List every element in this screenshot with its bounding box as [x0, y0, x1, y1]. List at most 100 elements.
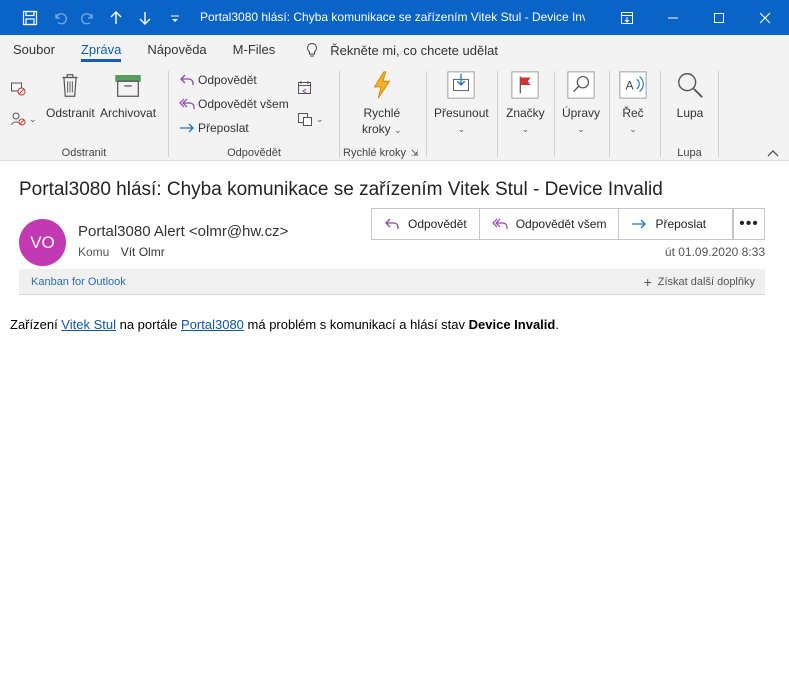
title-bar: Portal3080 hlásí: Chyba komunikace se za… [0, 0, 789, 35]
reply-label: Odpovědět [198, 73, 257, 87]
tab-message[interactable]: Zpráva [68, 35, 134, 65]
group-respond-label: Odpovědět [227, 147, 281, 159]
flag-icon [509, 69, 541, 101]
move-icon [445, 69, 477, 101]
maximize-icon[interactable] [696, 0, 742, 35]
forward-action-button[interactable]: Přeposlat [619, 209, 732, 239]
tab-m-files[interactable]: M-Files [220, 35, 289, 65]
avatar-initials: VO [30, 232, 55, 252]
collapse-ribbon-icon[interactable] [767, 149, 779, 159]
svg-text:A: A [626, 79, 635, 93]
ribbon-divider [718, 71, 719, 157]
archive-label: Archivovat [100, 106, 157, 120]
zoom-button[interactable]: Lupa [674, 69, 706, 121]
message-actions: Odpovědět Odpovědět všem Přeposlat [371, 208, 734, 240]
previous-item-icon[interactable] [102, 0, 130, 35]
undo-icon[interactable] [46, 0, 74, 35]
message-body: Zařízení Vitek Stul na portále Portal308… [10, 317, 559, 332]
group-quick-steps-label: Rychlé kroky ⇲ [343, 147, 419, 159]
device-status: Device Invalid [468, 317, 556, 332]
ignore-button[interactable] [10, 77, 29, 99]
redo-icon[interactable] [74, 0, 102, 35]
calendar-reply-icon [298, 81, 311, 94]
reply-all-label: Odpovědět všem [198, 97, 289, 111]
avatar[interactable]: VO [19, 219, 66, 266]
body-text: na portále [115, 317, 182, 332]
message-date: út 01.09.2020 8:33 [664, 245, 765, 259]
reply-all-icon [491, 218, 508, 229]
forward-button[interactable]: Přeposlat [179, 117, 249, 139]
ribbon-tabs: Soubor Zpráva Nápověda M-Files Řekněte m… [0, 35, 789, 65]
lightning-icon [366, 69, 398, 101]
more-respond-button[interactable]: ⌄ [297, 108, 324, 130]
group-move: Přesunout ⌄ [427, 65, 497, 161]
delete-label: Odstranit [46, 106, 95, 120]
group-delete: ⌄ Odstranit Archivovat Odstranit [0, 65, 168, 161]
lightbulb-icon [307, 42, 318, 57]
reply-all-action-label: Odpovědět všem [515, 217, 607, 231]
more-actions-button[interactable]: ••• [733, 208, 765, 240]
quick-steps-label-1: Rychlé [363, 106, 401, 120]
tags-button[interactable]: Značky ⌄ [506, 69, 545, 137]
delete-button[interactable]: Odstranit [46, 69, 95, 121]
window-title: Portal3080 hlásí: Chyba komunikace se za… [200, 10, 585, 24]
quick-steps-label-2: kroky [362, 122, 391, 136]
speech-label: Řeč [622, 106, 644, 120]
message-subject: Portal3080 hlásí: Chyba komunikace se za… [19, 179, 663, 200]
reply-icon [385, 218, 399, 229]
tab-file[interactable]: Soubor [0, 35, 68, 65]
reply-icon [180, 74, 194, 85]
portal-link[interactable]: Portal3080 [181, 317, 244, 332]
next-item-icon[interactable] [131, 0, 159, 35]
archive-icon [112, 69, 144, 101]
reply-button[interactable]: Odpovědět [179, 69, 257, 91]
quick-steps-button[interactable]: Rychlé kroky ⌄ [362, 69, 402, 138]
group-respond: Odpovědět Odpovědět všem Přeposlat ⌄ Odp… [169, 65, 339, 161]
read-aloud-icon: A [617, 69, 649, 101]
body-text: má problém s komunikací a hlásí stav [243, 317, 469, 332]
group-zoom-label: Lupa [677, 147, 702, 159]
save-icon[interactable] [16, 0, 44, 35]
reply-action-button[interactable]: Odpovědět [372, 209, 480, 239]
ribbon-display-options-icon[interactable] [604, 0, 650, 35]
close-icon[interactable] [742, 0, 788, 35]
tab-help[interactable]: Nápověda [134, 35, 219, 65]
ribbon: ⌄ Odstranit Archivovat Odstranit Odpověd… [0, 65, 789, 161]
magnifier-icon [674, 69, 706, 101]
search-icon [565, 69, 597, 101]
group-delete-label: Odstranit [61, 147, 107, 159]
minimize-icon[interactable] [650, 0, 696, 35]
forward-icon [180, 123, 194, 133]
tell-me-search[interactable]: Řekněte mi, co chcete udělat [304, 42, 498, 58]
group-quick-steps: Rychlé kroky ⌄ Rychlé kroky ⇲ [340, 65, 426, 161]
forward-action-label: Přeposlat [655, 217, 707, 231]
body-text: Zařízení [10, 317, 62, 332]
recipient-name[interactable]: Vít Olmr [121, 245, 165, 259]
sender[interactable]: Portal3080 Alert <olmr@hw.cz> [78, 223, 288, 240]
kanban-addin-link[interactable]: Kanban for Outlook [31, 276, 126, 288]
zoom-button-label: Lupa [676, 106, 704, 120]
editing-button[interactable]: Úpravy ⌄ [562, 69, 600, 137]
group-tags: Značky ⌄ [498, 65, 554, 161]
junk-icon [11, 112, 26, 126]
addin-bar: Kanban for Outlook + Získat další doplňk… [19, 269, 765, 295]
archive-button[interactable]: Archivovat [100, 69, 156, 121]
speech-button[interactable]: A Řeč ⌄ [617, 69, 649, 137]
reply-action-label: Odpovědět [408, 217, 467, 231]
customize-toolbar-icon[interactable] [161, 0, 189, 35]
ignore-icon [11, 82, 26, 96]
move-button[interactable]: Přesunout ⌄ [434, 69, 489, 137]
group-editing: Úpravy ⌄ [555, 65, 609, 161]
recipient-line: Komu Vít Olmr [78, 245, 165, 259]
device-link[interactable]: Vitek Stul [61, 317, 116, 332]
group-speech: A Řeč ⌄ [610, 65, 660, 161]
more-icon: ••• [739, 215, 759, 232]
reply-all-action-button[interactable]: Odpovědět všem [480, 209, 620, 239]
reply-all-icon [179, 98, 195, 109]
meeting-button[interactable] [297, 77, 316, 99]
junk-button[interactable]: ⌄ [10, 108, 37, 130]
forward-icon [632, 219, 647, 229]
dialog-launcher-icon[interactable]: ⇲ [411, 148, 419, 158]
reply-all-button[interactable]: Odpovědět všem [179, 93, 289, 115]
get-addins-button[interactable]: + Získat další doplňky [644, 274, 755, 290]
